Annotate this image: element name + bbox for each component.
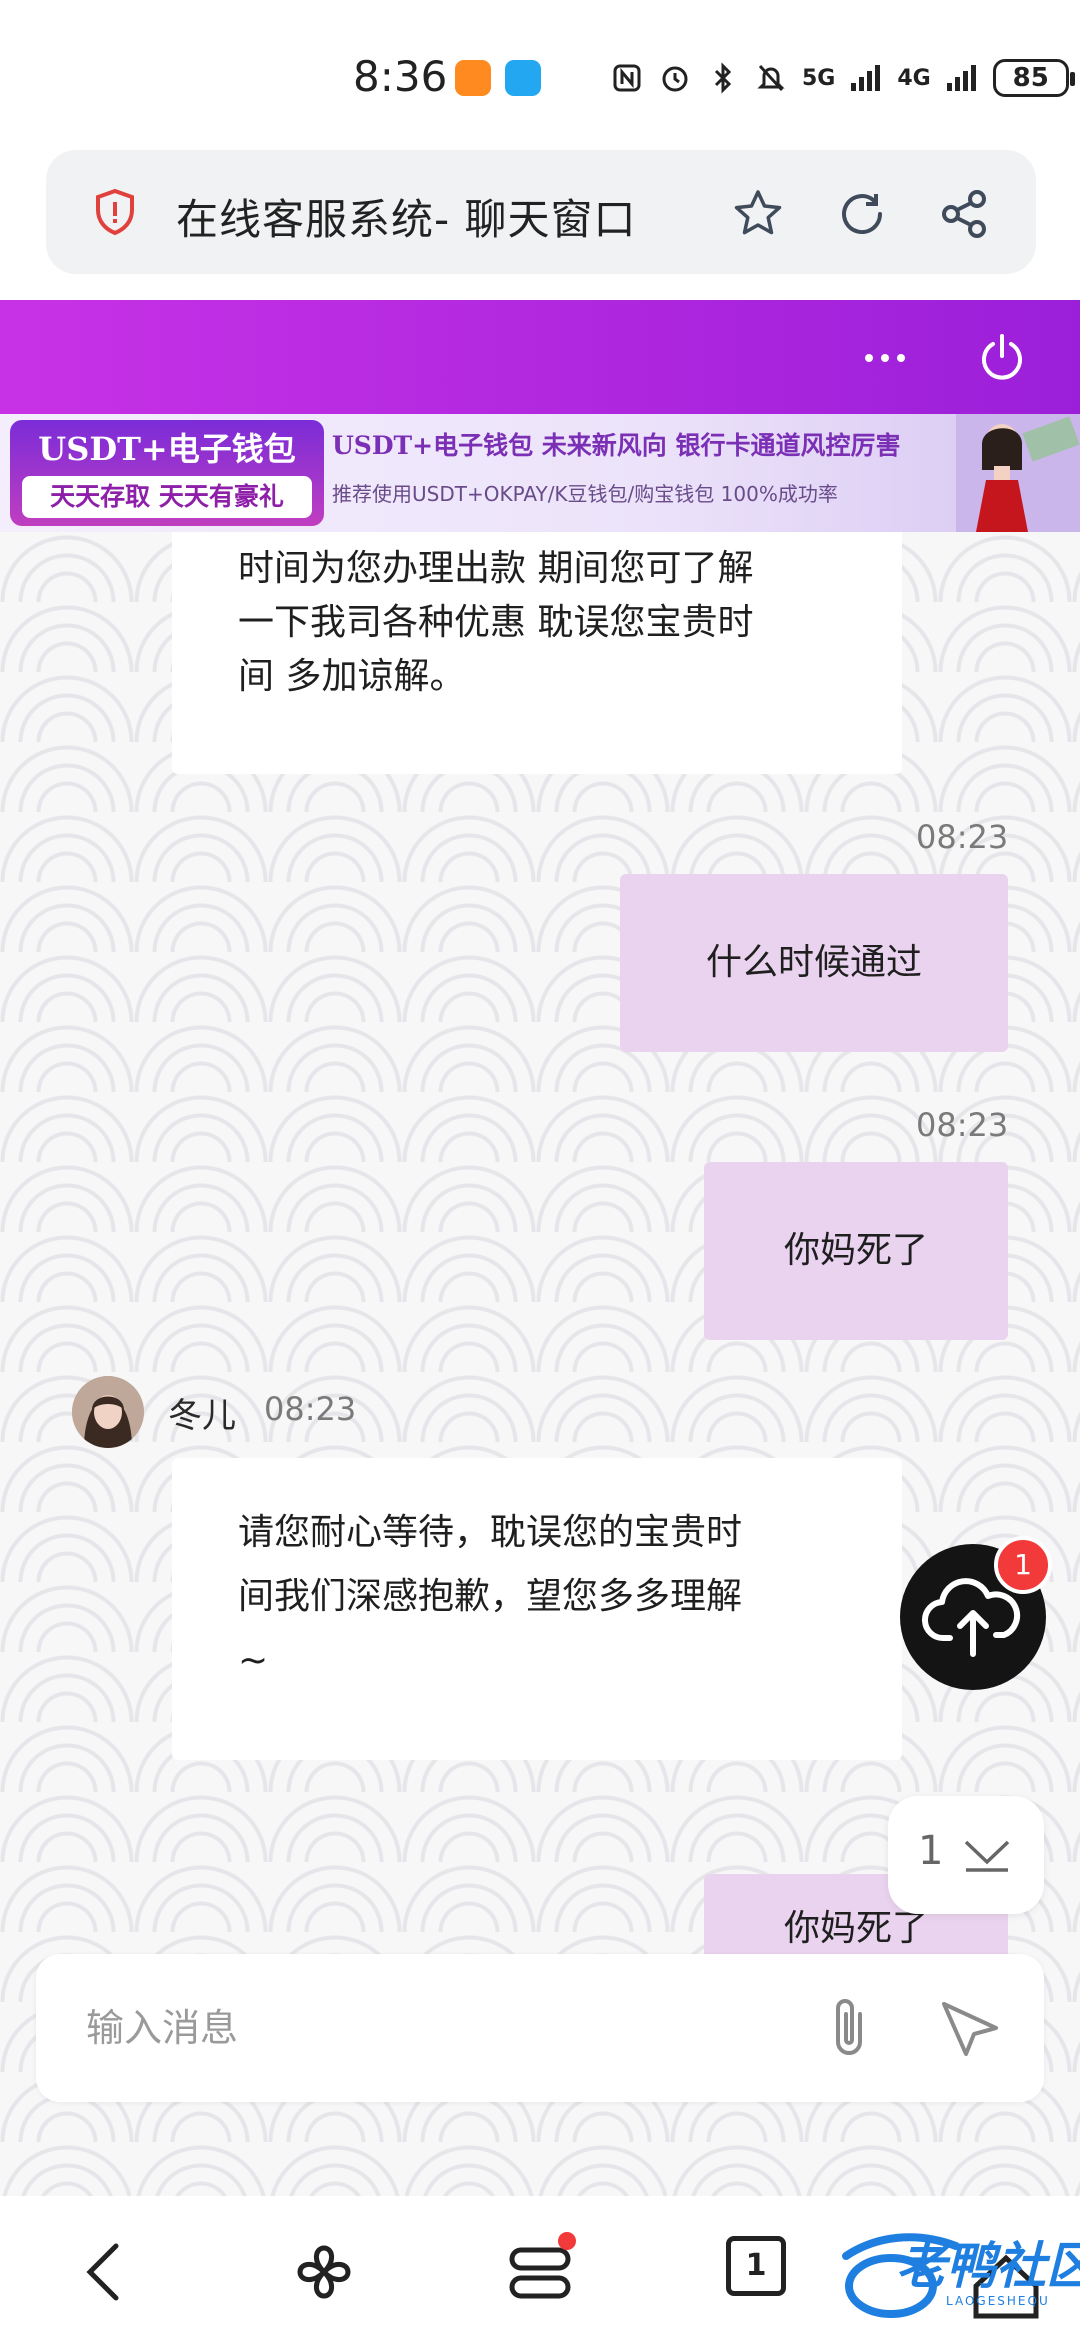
avatar[interactable] <box>72 1376 144 1448</box>
search-app-icon <box>505 60 541 96</box>
shield-icon[interactable] <box>94 188 136 236</box>
watermark-text: 老鸭社区 <box>896 2237 1080 2295</box>
mute-icon <box>754 61 788 95</box>
apps-icon[interactable] <box>284 2232 364 2312</box>
message-time: 08:23 <box>916 818 1009 856</box>
message-line: 一下我司各种优惠 耽误您宝贵时 <box>238 602 754 643</box>
share-icon[interactable] <box>936 186 992 242</box>
sender-name: 冬儿 <box>168 1396 236 1436</box>
network-4g-label: 4G <box>897 65 931 91</box>
chat-header <box>0 300 1080 416</box>
ad-badge[interactable]: USDT+电子钱包 天天存取 天天有豪礼 <box>10 420 324 526</box>
message-line: 间我们深感抱歉，望您多多理解 <box>238 1576 743 1617</box>
message-time: 08:23 <box>264 1390 357 1428</box>
message-input[interactable] <box>86 1994 806 2062</box>
signal-5g-icon <box>849 61 883 95</box>
message-bubble-incoming: 时间为您办理出款 期间您可了解 一下我司各种优惠 耽误您宝贵时 间 多加谅解。 <box>172 532 902 774</box>
status-bar: 8:36 5G 4G 85 <box>0 0 1080 150</box>
address-bar[interactable]: 在线客服系统- 聊天窗口 <box>46 150 1036 274</box>
watermark-subtext: LAOGESHEQU <box>946 2294 1050 2308</box>
tabs-button[interactable]: 1 <box>726 2236 786 2296</box>
browser-nav-bar: 1 老鸭社区 LAOGESHEQU <box>0 2196 1080 2340</box>
menu-notification-dot <box>558 2232 576 2250</box>
network-5g-label: 5G <box>802 65 836 91</box>
reload-icon[interactable] <box>834 186 890 242</box>
message-text: 你妈死了 <box>783 1908 928 1949</box>
message-line: 时间为您办理出款 期间您可了解 <box>238 548 754 589</box>
ad-badge-title: USDT+电子钱包 <box>38 430 296 468</box>
message-line: 间 多加谅解。 <box>238 656 466 697</box>
nfc-icon <box>610 61 644 95</box>
message-bubble-incoming: 请您耐心等待，耽误您的宝贵时 间我们深感抱歉，望您多多理解 ~ <box>172 1458 902 1760</box>
message-input-bar <box>36 1954 1044 2102</box>
paperclip-icon[interactable] <box>816 1992 886 2064</box>
status-time: 8:36 <box>353 52 448 101</box>
message-time: 08:23 <box>916 1106 1009 1144</box>
notification-app-icon <box>455 60 491 96</box>
message-bubble-outgoing: 你妈死了 <box>704 1162 1008 1340</box>
star-icon[interactable] <box>730 186 786 242</box>
message-text: 什么时候通过 <box>705 942 922 983</box>
message-bubble-outgoing: 什么时候通过 <box>620 874 1008 1052</box>
chat-area[interactable]: 时间为您办理出款 期间您可了解 一下我司各种优惠 耽误您宝贵时 间 多加谅解。 … <box>0 532 1080 2196</box>
ad-model-image <box>956 414 1080 532</box>
upload-badge: 1 <box>994 1536 1052 1594</box>
page-title[interactable]: 在线客服系统- 聊天窗口 <box>176 186 637 247</box>
message-line: 请您耐心等待，耽误您的宝贵时 <box>238 1512 743 1553</box>
ad-headline: USDT+电子钱包 未来新风向 银行卡通道风控厉害 <box>332 431 901 460</box>
watermark-logo: 老鸭社区 LAOGESHEQU <box>836 2216 1080 2326</box>
alarm-icon <box>658 61 692 95</box>
more-icon[interactable] <box>858 338 912 378</box>
unread-count: 1 <box>918 1828 944 1874</box>
signal-4g-icon <box>945 61 979 95</box>
send-icon[interactable] <box>936 1996 1004 2060</box>
bluetooth-icon <box>706 61 740 95</box>
ad-tagline: 推荐使用USDT+OKPAY/K豆钱包/购宝钱包 100%成功率 <box>332 482 838 506</box>
message-line: ~ <box>238 1640 269 1681</box>
status-indicators: 5G 4G 85 <box>610 58 1075 98</box>
back-icon[interactable] <box>68 2232 148 2312</box>
ad-badge-subtitle: 天天存取 天天有豪礼 <box>22 476 312 518</box>
battery-indicator: 85 <box>992 59 1075 97</box>
scroll-to-bottom-button[interactable]: 1 <box>888 1796 1044 1914</box>
chevron-down-icon <box>964 1840 1010 1872</box>
message-text: 你妈死了 <box>783 1230 928 1271</box>
power-icon[interactable] <box>976 332 1028 384</box>
ad-banner[interactable]: USDT+电子钱包 天天存取 天天有豪礼 USDT+电子钱包 未来新风向 银行卡… <box>0 414 1080 532</box>
